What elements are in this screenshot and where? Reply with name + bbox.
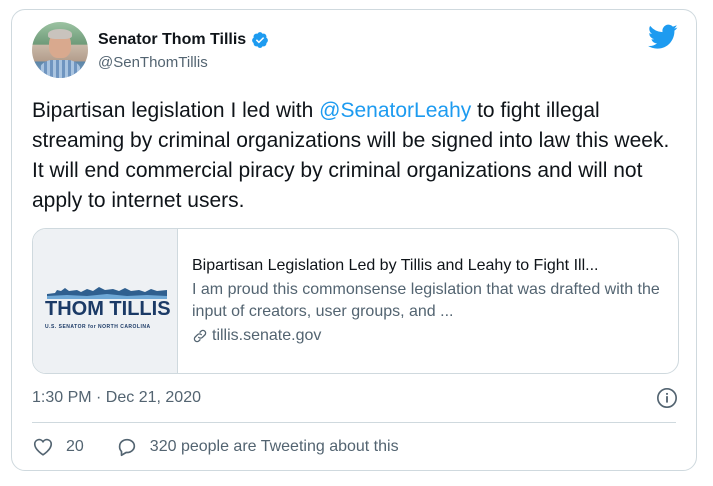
author-handle[interactable]: @SenThomTillis [98, 54, 208, 71]
tweet-card[interactable]: Senator Thom Tillis @SenThomTillis Bipar… [11, 9, 697, 471]
like-button[interactable]: 20 [32, 436, 84, 458]
skyline-graphic [47, 287, 167, 299]
tweeting-about-link[interactable]: 320 people are Tweeting about this [116, 436, 399, 458]
author-name-row: Senator Thom Tillis [98, 31, 269, 49]
action-bar: 20 320 people are Tweeting about this [32, 436, 399, 458]
logo-text: THOM TILLIS [45, 298, 171, 320]
link-body: Bipartisan Legislation Led by Tillis and… [178, 229, 678, 373]
tweet-timestamp[interactable]: 1:30 PM · Dec 21, 2020 [32, 389, 201, 407]
link-preview-card[interactable]: THOM TILLIS U.S. SENATOR for NORTH CAROL… [32, 228, 679, 374]
speech-bubble-icon [118, 438, 135, 457]
tweet-text: Bipartisan legislation I led with @Senat… [32, 99, 670, 212]
like-count: 20 [66, 438, 84, 455]
twitter-logo-icon[interactable] [648, 24, 678, 50]
author-display-name[interactable]: Senator Thom Tillis [98, 31, 246, 49]
link-icon [193, 329, 207, 343]
divider [32, 422, 676, 423]
link-domain-row: tillis.senate.gov [192, 325, 662, 347]
info-icon[interactable] [656, 387, 678, 409]
heart-icon [33, 438, 53, 456]
link-thumbnail: THOM TILLIS U.S. SENATOR for NORTH CAROL… [33, 229, 178, 373]
logo-subtext: U.S. SENATOR for NORTH CAROLINA [45, 324, 151, 330]
link-domain: tillis.senate.gov [212, 327, 322, 344]
link-description: I am proud this commonsense legislation … [192, 281, 660, 320]
avatar[interactable] [32, 22, 88, 78]
tweeting-about-text: 320 people are Tweeting about this [149, 438, 399, 455]
verified-badge-icon [252, 32, 269, 48]
link-title[interactable]: Bipartisan Legislation Led by Tillis and… [192, 255, 662, 277]
mention-link[interactable]: @SenatorLeahy [319, 99, 471, 122]
